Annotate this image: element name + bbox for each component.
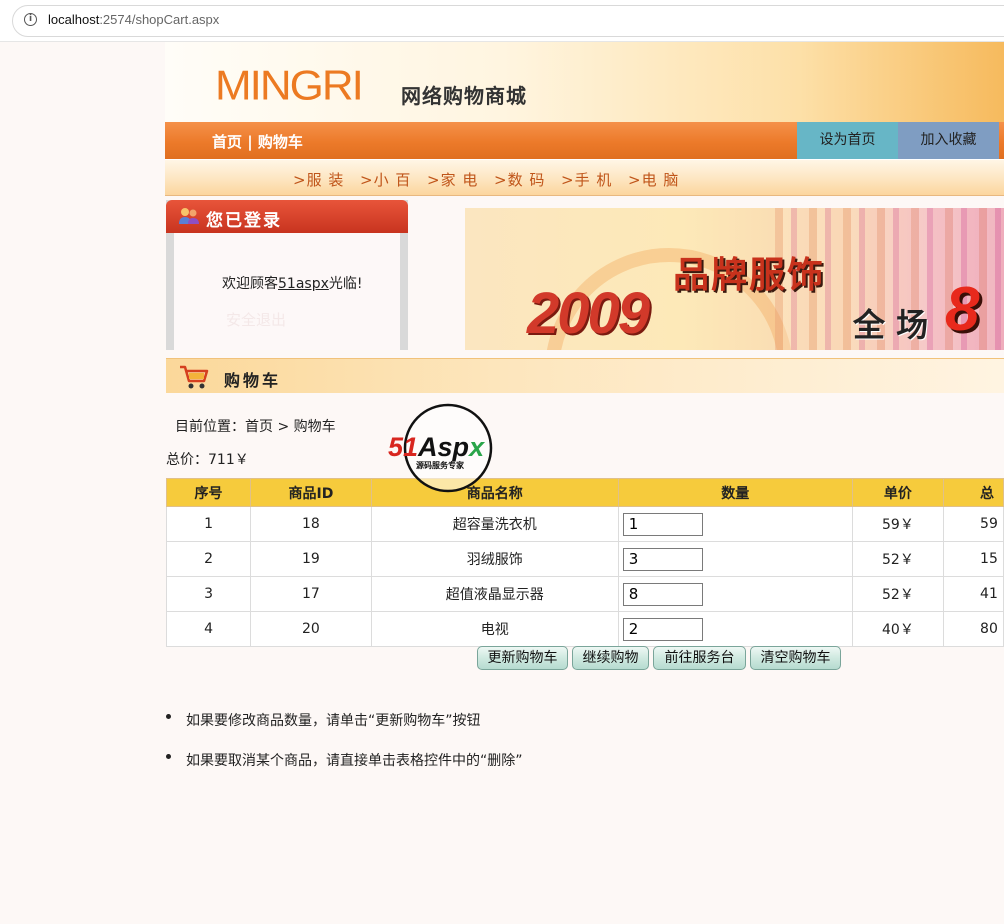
category-appliances[interactable]: >家 电: [427, 169, 478, 190]
users-icon: [179, 208, 199, 224]
cell-subtotal: 15: [943, 541, 1004, 577]
cell-id: 17: [250, 576, 372, 612]
promo-year: 2009: [527, 281, 650, 346]
url-host: localhost: [48, 12, 100, 27]
login-header: 您已登录: [166, 200, 408, 233]
promo-banner[interactable]: 2009 品牌服饰 全 场 8: [465, 208, 1004, 350]
cell-subtotal: 59: [943, 506, 1004, 542]
clear-cart-button[interactable]: 清空购物车: [750, 646, 841, 670]
cell-id: 20: [250, 611, 372, 647]
category-phones[interactable]: >手 机: [561, 169, 612, 190]
login-body: 欢迎顾客51aspx光临! 安全退出: [174, 233, 400, 350]
cell-name: 超值液晶显示器: [370, 576, 619, 612]
bullet-icon: [166, 714, 171, 719]
quantity-input[interactable]: [622, 547, 703, 571]
promo-brand: 品牌服饰: [673, 255, 826, 296]
cell-id: 18: [250, 506, 372, 542]
url-path: :2574/shopCart.aspx: [99, 12, 220, 27]
welcome-message: 欢迎顾客51aspx光临!: [222, 273, 362, 293]
welcome-suffix: 光临!: [328, 276, 363, 292]
cart-title: 购物车: [224, 371, 282, 390]
cell-price: 40￥: [851, 611, 945, 647]
logout-link[interactable]: 安全退出: [226, 309, 286, 330]
cell-id: 19: [250, 541, 372, 577]
url-field[interactable]: i localhost:2574/shopCart.aspx: [12, 5, 1004, 37]
cart-table: 序号 商品ID 商品名称 数量 单价 总 1 18 超容量洗衣机 59￥ 59 …: [166, 478, 1004, 647]
login-panel: 您已登录 欢迎顾客51aspx光临! 安全退出: [166, 200, 408, 350]
info-icon[interactable]: i: [24, 13, 37, 26]
category-digital[interactable]: >数 码: [494, 169, 545, 190]
breadcrumb: 目前位置：首页 > 购物车: [175, 419, 336, 435]
table-row: 1 18 超容量洗衣机 59￥ 59: [166, 506, 1004, 542]
col-header-subtotal: 总: [943, 478, 1004, 507]
quantity-input[interactable]: [622, 512, 703, 536]
note-text: 如果要取消某个商品，请直接单击表格控件中的“删除”: [186, 753, 523, 769]
cell-subtotal: 80: [943, 611, 1004, 647]
watermark-brand: 51Aspx: [388, 432, 485, 462]
watermark-logo: 51Aspx 源码服务专家: [388, 403, 493, 493]
category-clothing[interactable]: >服 装: [293, 169, 344, 190]
cell-qty: [617, 541, 853, 577]
url-text[interactable]: localhost:2574/shopCart.aspx: [48, 12, 219, 27]
shopping-cart-icon: [180, 365, 209, 389]
continue-shopping-button[interactable]: 继续购物: [572, 646, 649, 670]
quantity-input[interactable]: [622, 617, 703, 641]
col-header-no: 序号: [166, 478, 252, 507]
site-header: MINGRI 网络购物商城: [165, 42, 1004, 122]
cart-section-header: 购物车: [166, 358, 1004, 393]
bullet-icon: [166, 754, 171, 759]
nav-links[interactable]: 首页 | 购物车: [212, 131, 303, 152]
cart-table-wrapper: 序号 商品ID 商品名称 数量 单价 总 1 18 超容量洗衣机 59￥ 59 …: [166, 478, 1004, 648]
table-row: 4 20 电视 40￥ 80: [166, 611, 1004, 647]
site-subtitle: 网络购物商城: [401, 84, 527, 108]
cell-no: 4: [166, 611, 252, 647]
cell-price: 59￥: [851, 506, 945, 542]
cell-no: 2: [166, 541, 252, 577]
cell-name: 电视: [370, 611, 619, 647]
main-nav: 首页 | 购物车 设为首页 加入收藏: [165, 122, 1004, 159]
browser-address-bar: i localhost:2574/shopCart.aspx: [0, 0, 1004, 42]
col-header-price: 单价: [851, 478, 945, 507]
cell-name: 超容量洗衣机: [370, 506, 619, 542]
category-general[interactable]: >小 百: [360, 169, 411, 190]
login-title: 您已登录: [206, 211, 282, 231]
cell-subtotal: 41: [943, 576, 1004, 612]
cell-no: 3: [166, 576, 252, 612]
category-bar: >服 装 >小 百 >家 电 >数 码 >手 机 >电 脑: [165, 159, 1004, 196]
welcome-prefix: 欢迎顾客: [222, 276, 278, 292]
quantity-input[interactable]: [622, 582, 703, 606]
col-header-id: 商品ID: [250, 478, 372, 507]
category-computers[interactable]: >电 脑: [628, 169, 679, 190]
cell-qty: [617, 611, 853, 647]
promo-all: 全 场: [853, 306, 929, 344]
username-link[interactable]: 51aspx: [278, 276, 329, 292]
set-home-button[interactable]: 设为首页: [797, 122, 898, 159]
checkout-button[interactable]: 前往服务台: [653, 646, 746, 670]
cell-qty: [617, 506, 853, 542]
cell-name: 羽绒服饰: [370, 541, 619, 577]
add-favorite-button[interactable]: 加入收藏: [898, 122, 999, 159]
site-logo: MINGRI: [215, 62, 364, 109]
cell-no: 1: [166, 506, 252, 542]
note-text: 如果要修改商品数量，请单击“更新购物车”按钮: [186, 713, 481, 729]
cell-price: 52￥: [851, 541, 945, 577]
table-header-row: 序号 商品ID 商品名称 数量 单价 总: [166, 478, 1004, 507]
cart-total: 总价：711￥: [166, 452, 249, 468]
update-cart-button[interactable]: 更新购物车: [477, 646, 568, 670]
table-row: 3 17 超值液晶显示器 52￥ 41: [166, 576, 1004, 612]
cell-price: 52￥: [851, 576, 945, 612]
cell-qty: [617, 576, 853, 612]
table-row: 2 19 羽绒服饰 52￥ 15: [166, 541, 1004, 577]
col-header-qty: 数量: [617, 478, 853, 507]
promo-discount: 8: [945, 275, 980, 344]
watermark-tagline: 源码服务专家: [416, 460, 465, 470]
